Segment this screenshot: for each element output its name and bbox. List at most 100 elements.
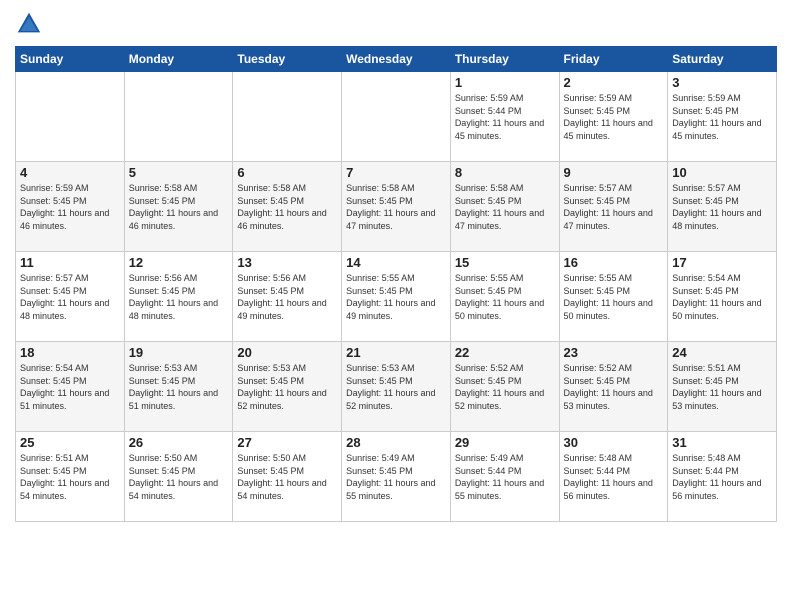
day-info: Sunrise: 5:56 AM Sunset: 5:45 PM Dayligh… [237,272,337,322]
cell-w1-d7: 3 Sunrise: 5:59 AM Sunset: 5:45 PM Daylig… [668,72,777,162]
cell-w5-d3: 27 Sunrise: 5:50 AM Sunset: 5:45 PM Dayli… [233,432,342,522]
cell-w2-d6: 9 Sunrise: 5:57 AM Sunset: 5:45 PM Daylig… [559,162,668,252]
day-number: 29 [455,435,555,450]
cell-w3-d6: 16 Sunrise: 5:55 AM Sunset: 5:45 PM Dayli… [559,252,668,342]
day-info: Sunrise: 5:53 AM Sunset: 5:45 PM Dayligh… [346,362,446,412]
header-thursday: Thursday [450,47,559,72]
day-number: 18 [20,345,120,360]
day-info: Sunrise: 5:55 AM Sunset: 5:45 PM Dayligh… [564,272,664,322]
day-info: Sunrise: 5:48 AM Sunset: 5:44 PM Dayligh… [564,452,664,502]
day-info: Sunrise: 5:58 AM Sunset: 5:45 PM Dayligh… [455,182,555,232]
day-number: 21 [346,345,446,360]
day-info: Sunrise: 5:53 AM Sunset: 5:45 PM Dayligh… [129,362,229,412]
cell-w1-d6: 2 Sunrise: 5:59 AM Sunset: 5:45 PM Daylig… [559,72,668,162]
cell-w4-d3: 20Sunrise: 5:53 AM Sunset: 5:45 PM Dayli… [233,342,342,432]
cell-w4-d6: 23 Sunrise: 5:52 AM Sunset: 5:45 PM Dayli… [559,342,668,432]
day-number: 9 [564,165,664,180]
cell-w3-d7: 17 Sunrise: 5:54 AM Sunset: 5:45 PM Dayli… [668,252,777,342]
header-monday: Monday [124,47,233,72]
day-number: 6 [237,165,337,180]
cell-w4-d7: 24 Sunrise: 5:51 AM Sunset: 5:45 PM Dayli… [668,342,777,432]
logo-icon [15,10,43,38]
day-number: 8 [455,165,555,180]
week-row-2: 4 Sunrise: 5:59 AM Sunset: 5:45 PM Daylig… [16,162,777,252]
day-number: 30 [564,435,664,450]
cell-w4-d5: 22 Sunrise: 5:52 AM Sunset: 5:45 PM Dayli… [450,342,559,432]
day-info: Sunrise: 5:51 AM Sunset: 5:45 PM Dayligh… [672,362,772,412]
header-sunday: Sunday [16,47,125,72]
day-info: Sunrise: 5:57 AM Sunset: 5:45 PM Dayligh… [564,182,664,232]
day-number: 27 [237,435,337,450]
day-info: Sunrise: 5:59 AM Sunset: 5:44 PM Dayligh… [455,92,555,142]
header-wednesday: Wednesday [342,47,451,72]
day-info: Sunrise: 5:50 AM Sunset: 5:45 PM Dayligh… [237,452,337,502]
cell-w3-d5: 15 Sunrise: 5:55 AM Sunset: 5:45 PM Dayli… [450,252,559,342]
cell-w3-d1: 11Sunrise: 5:57 AM Sunset: 5:45 PM Dayli… [16,252,125,342]
cell-w2-d4: 7Sunrise: 5:58 AM Sunset: 5:45 PM Daylig… [342,162,451,252]
week-row-4: 18 Sunrise: 5:54 AM Sunset: 5:45 PM Dayli… [16,342,777,432]
calendar-body: 1 Sunrise: 5:59 AM Sunset: 5:44 PM Daylig… [16,72,777,522]
cell-w5-d4: 28Sunrise: 5:49 AM Sunset: 5:45 PM Dayli… [342,432,451,522]
day-number: 12 [129,255,229,270]
day-info: Sunrise: 5:59 AM Sunset: 5:45 PM Dayligh… [672,92,772,142]
day-info: Sunrise: 5:51 AM Sunset: 5:45 PM Dayligh… [20,452,120,502]
cell-w3-d2: 12Sunrise: 5:56 AM Sunset: 5:45 PM Dayli… [124,252,233,342]
day-number: 22 [455,345,555,360]
day-info: Sunrise: 5:49 AM Sunset: 5:45 PM Dayligh… [346,452,446,502]
day-info: Sunrise: 5:59 AM Sunset: 5:45 PM Dayligh… [564,92,664,142]
cell-w4-d4: 21 Sunrise: 5:53 AM Sunset: 5:45 PM Dayli… [342,342,451,432]
header-friday: Friday [559,47,668,72]
day-number: 19 [129,345,229,360]
day-info: Sunrise: 5:59 AM Sunset: 5:45 PM Dayligh… [20,182,120,232]
cell-w2-d7: 10 Sunrise: 5:57 AM Sunset: 5:45 PM Dayli… [668,162,777,252]
week-row-5: 25 Sunrise: 5:51 AM Sunset: 5:45 PM Dayli… [16,432,777,522]
cell-w4-d1: 18 Sunrise: 5:54 AM Sunset: 5:45 PM Dayli… [16,342,125,432]
day-info: Sunrise: 5:58 AM Sunset: 5:45 PM Dayligh… [346,182,446,232]
week-row-1: 1 Sunrise: 5:59 AM Sunset: 5:44 PM Daylig… [16,72,777,162]
day-number: 16 [564,255,664,270]
cell-w1-d3 [233,72,342,162]
day-number: 24 [672,345,772,360]
day-info: Sunrise: 5:58 AM Sunset: 5:45 PM Dayligh… [237,182,337,232]
day-number: 15 [455,255,555,270]
cell-w1-d4 [342,72,451,162]
day-number: 25 [20,435,120,450]
day-info: Sunrise: 5:55 AM Sunset: 5:45 PM Dayligh… [455,272,555,322]
day-number: 4 [20,165,120,180]
header-row: SundayMondayTuesdayWednesdayThursdayFrid… [16,47,777,72]
day-number: 13 [237,255,337,270]
day-info: Sunrise: 5:48 AM Sunset: 5:44 PM Dayligh… [672,452,772,502]
cell-w5-d2: 26Sunrise: 5:50 AM Sunset: 5:45 PM Dayli… [124,432,233,522]
day-info: Sunrise: 5:52 AM Sunset: 5:45 PM Dayligh… [564,362,664,412]
day-info: Sunrise: 5:49 AM Sunset: 5:44 PM Dayligh… [455,452,555,502]
cell-w2-d1: 4 Sunrise: 5:59 AM Sunset: 5:45 PM Daylig… [16,162,125,252]
page-header [15,10,777,38]
day-number: 31 [672,435,772,450]
day-number: 5 [129,165,229,180]
day-number: 20 [237,345,337,360]
day-info: Sunrise: 5:54 AM Sunset: 5:45 PM Dayligh… [20,362,120,412]
day-number: 10 [672,165,772,180]
cell-w2-d3: 6 Sunrise: 5:58 AM Sunset: 5:45 PM Daylig… [233,162,342,252]
day-number: 11 [20,255,120,270]
day-info: Sunrise: 5:52 AM Sunset: 5:45 PM Dayligh… [455,362,555,412]
cell-w4-d2: 19 Sunrise: 5:53 AM Sunset: 5:45 PM Dayli… [124,342,233,432]
cell-w1-d5: 1 Sunrise: 5:59 AM Sunset: 5:44 PM Daylig… [450,72,559,162]
day-info: Sunrise: 5:57 AM Sunset: 5:45 PM Dayligh… [672,182,772,232]
day-number: 14 [346,255,446,270]
day-number: 17 [672,255,772,270]
day-number: 1 [455,75,555,90]
cell-w1-d1 [16,72,125,162]
cell-w2-d5: 8 Sunrise: 5:58 AM Sunset: 5:45 PM Daylig… [450,162,559,252]
day-info: Sunrise: 5:55 AM Sunset: 5:45 PM Dayligh… [346,272,446,322]
calendar-header: SundayMondayTuesdayWednesdayThursdayFrid… [16,47,777,72]
cell-w2-d2: 5Sunrise: 5:58 AM Sunset: 5:45 PM Daylig… [124,162,233,252]
day-number: 2 [564,75,664,90]
cell-w5-d5: 29 Sunrise: 5:49 AM Sunset: 5:44 PM Dayli… [450,432,559,522]
day-number: 23 [564,345,664,360]
day-info: Sunrise: 5:54 AM Sunset: 5:45 PM Dayligh… [672,272,772,322]
day-number: 3 [672,75,772,90]
cell-w3-d3: 13 Sunrise: 5:56 AM Sunset: 5:45 PM Dayli… [233,252,342,342]
calendar-table: SundayMondayTuesdayWednesdayThursdayFrid… [15,46,777,522]
cell-w5-d6: 30 Sunrise: 5:48 AM Sunset: 5:44 PM Dayli… [559,432,668,522]
